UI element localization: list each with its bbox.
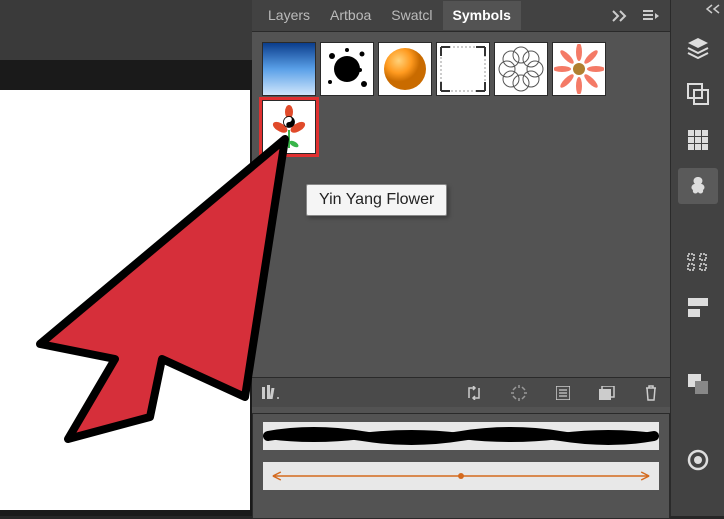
symbol-yin-yang-flower[interactable] <box>262 100 316 154</box>
panel-footer <box>252 377 670 407</box>
symbol-ink-splat[interactable] <box>320 42 374 96</box>
dock-symbols-icon[interactable] <box>678 168 718 204</box>
artboard[interactable] <box>0 90 250 510</box>
right-dock <box>670 0 724 516</box>
brushes-panel <box>252 413 670 519</box>
canvas-area <box>0 0 252 516</box>
break-link-icon[interactable] <box>508 382 530 404</box>
dock-artboards-icon[interactable] <box>678 76 718 112</box>
brush-stroke-2[interactable] <box>263 462 659 490</box>
symbol-registration[interactable] <box>436 42 490 96</box>
tab-symbols[interactable]: Symbols <box>443 1 521 30</box>
dock-collapse-icon[interactable] <box>706 4 722 14</box>
symbols-panel-group: Layers Artboa Swatcl Symbols <box>252 0 670 516</box>
place-symbol-icon[interactable] <box>464 382 486 404</box>
symbol-gerbera[interactable] <box>552 42 606 96</box>
dock-pathfinder-icon[interactable] <box>678 290 718 326</box>
panel-tabs: Layers Artboa Swatcl Symbols <box>252 0 670 32</box>
brush-stroke-1[interactable] <box>263 422 659 450</box>
symbol-options-icon[interactable] <box>552 382 574 404</box>
panel-menu-icon[interactable] <box>640 5 662 27</box>
canvas-dark-strip <box>0 0 252 60</box>
delete-symbol-icon[interactable] <box>640 382 662 404</box>
symbol-library-icon[interactable] <box>260 382 282 404</box>
expand-icon[interactable] <box>610 5 632 27</box>
symbol-orange-sphere[interactable] <box>378 42 432 96</box>
tab-artboards[interactable]: Artboa <box>320 1 381 30</box>
new-symbol-icon[interactable] <box>596 382 618 404</box>
tooltip: Yin Yang Flower <box>306 184 447 216</box>
dock-layers-icon[interactable] <box>678 30 718 66</box>
symbol-ring-braid[interactable] <box>494 42 548 96</box>
tab-layers[interactable]: Layers <box>258 1 320 30</box>
dock-align-icon[interactable] <box>678 244 718 280</box>
tab-swatches[interactable]: Swatcl <box>381 1 442 30</box>
dock-shapes-icon[interactable] <box>678 366 718 402</box>
symbol-blue-gradient[interactable] <box>262 42 316 96</box>
dock-swatches-icon[interactable] <box>678 122 718 158</box>
dock-appearance-icon[interactable] <box>678 442 718 478</box>
